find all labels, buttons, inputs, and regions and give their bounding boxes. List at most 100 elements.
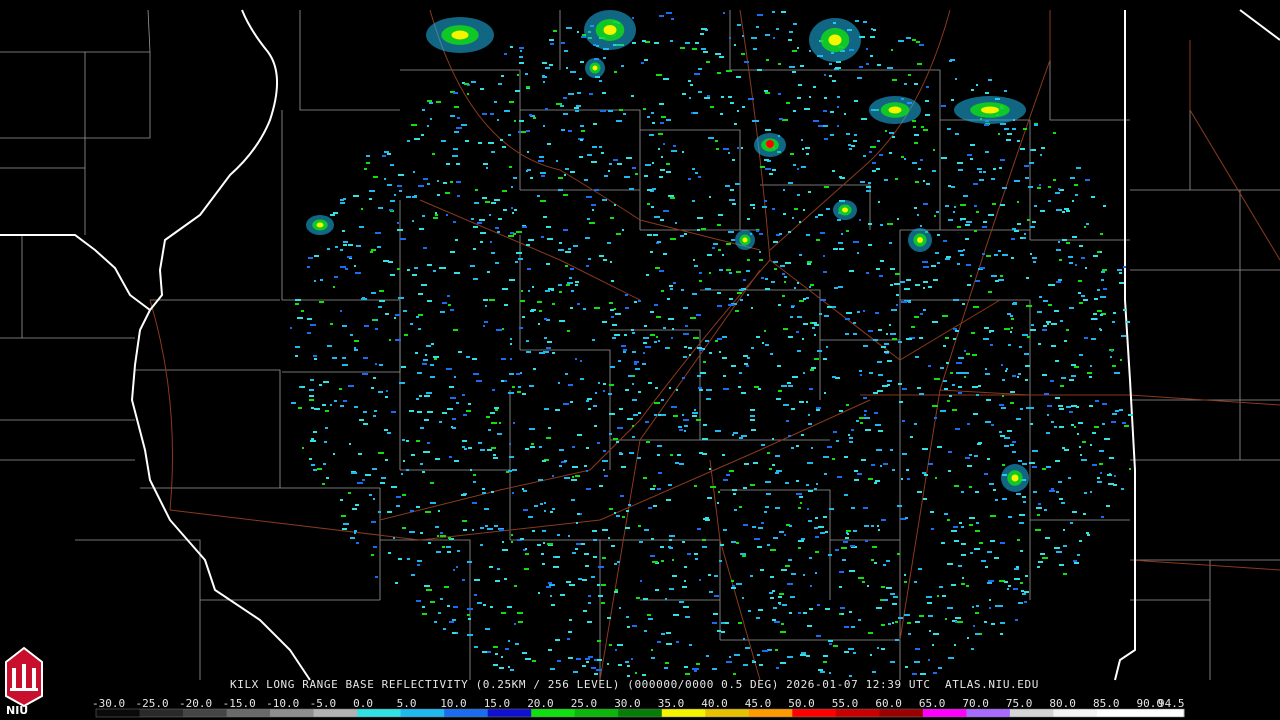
echo-speck	[1030, 226, 1035, 228]
echo-speck	[931, 528, 934, 530]
echo-speck	[995, 499, 998, 501]
echo-speck	[455, 239, 458, 241]
echo-speck	[1027, 219, 1030, 221]
echo-speck	[615, 649, 617, 651]
echo-speck	[991, 178, 995, 180]
echo-speck	[751, 429, 756, 431]
echo-speck	[290, 327, 292, 329]
echo-speck	[1093, 313, 1097, 315]
echo-speck	[598, 595, 603, 597]
echo-speck	[499, 529, 504, 531]
echo-speck	[850, 545, 855, 547]
echo-speck	[789, 31, 793, 33]
echo-speck	[514, 120, 516, 122]
echo-speck	[325, 410, 329, 412]
echo-speck	[680, 47, 685, 49]
echo-speck	[867, 585, 869, 587]
echo-speck	[881, 624, 885, 626]
echo-speck	[699, 272, 702, 274]
echo-speck	[514, 623, 516, 625]
echo-speck	[395, 339, 401, 341]
legend-tick-label: 0.0	[353, 697, 373, 710]
echo-speck	[502, 541, 504, 543]
echo-speck	[669, 547, 673, 549]
echo-speck	[803, 372, 805, 374]
legend-tick-label: 45.0	[744, 697, 772, 710]
echo-speck	[756, 336, 760, 338]
echo-speck	[461, 494, 466, 496]
echo-speck	[495, 409, 498, 411]
echo-speck	[963, 249, 965, 251]
echo-speck	[775, 649, 778, 651]
echo-speck	[827, 446, 832, 448]
echo-speck	[969, 517, 975, 519]
echo-speck	[991, 424, 994, 426]
echo-speck	[1101, 271, 1105, 273]
echo-speck	[781, 11, 786, 13]
echo-speck	[532, 530, 535, 532]
echo-speck	[1069, 307, 1074, 309]
echo-speck	[491, 252, 495, 254]
echo-speck	[797, 168, 799, 170]
echo-speck	[969, 524, 973, 526]
echo-speck	[594, 425, 597, 427]
echo-speck	[868, 244, 872, 246]
echo-speck	[1053, 179, 1056, 181]
echo-speck	[485, 201, 490, 203]
echo-speck	[596, 669, 602, 671]
echo-speck	[310, 440, 316, 442]
echo-speck	[772, 208, 775, 210]
echo-speck	[480, 527, 484, 529]
echo-speck	[941, 542, 945, 544]
echo-speck	[797, 350, 801, 352]
echo-speck	[751, 37, 757, 39]
echo-speck	[875, 424, 881, 426]
echo-speck	[1042, 468, 1046, 470]
echo-speck	[474, 202, 479, 204]
echo-speck	[1086, 223, 1089, 225]
echo-speck	[698, 91, 702, 93]
echo-speck	[955, 428, 960, 430]
echo-speck	[756, 617, 760, 619]
echo-speck	[449, 456, 452, 458]
echo-speck	[828, 554, 832, 556]
echo-speck	[872, 170, 876, 172]
echo-speck	[658, 472, 662, 474]
echo-speck	[808, 520, 812, 522]
echo-speck	[1103, 288, 1107, 290]
echo-speck	[586, 488, 591, 490]
echo-speck	[474, 646, 478, 648]
echo-speck	[586, 470, 588, 472]
echo-speck	[743, 487, 747, 489]
echo-speck	[697, 229, 700, 231]
echo-speck	[883, 599, 888, 601]
echo-speck	[551, 289, 554, 291]
echo-speck	[824, 186, 829, 188]
echo-speck	[505, 648, 509, 650]
echo-speck	[553, 566, 559, 568]
echo-speck	[638, 525, 641, 527]
echo-speck	[433, 217, 438, 219]
echo-speck	[453, 221, 456, 223]
echo-speck	[511, 186, 513, 188]
echo-speck	[557, 534, 560, 536]
echo-speck	[528, 239, 534, 241]
echo-speck	[390, 164, 394, 166]
echo-speck	[629, 188, 634, 190]
echo-speck	[452, 427, 456, 429]
echo-speck	[794, 208, 798, 210]
echo-speck	[801, 538, 805, 540]
echo-speck	[965, 224, 970, 226]
echo-speck	[636, 597, 640, 599]
storm-cell-core	[603, 25, 617, 35]
echo-speck	[653, 485, 656, 487]
echo-speck	[456, 566, 458, 568]
echo-speck	[790, 596, 795, 598]
echo-speck	[776, 28, 779, 30]
echo-speck	[602, 529, 608, 531]
echo-speck	[342, 357, 346, 359]
echo-speck	[319, 301, 324, 303]
echo-speck	[447, 408, 453, 410]
echo-speck	[1092, 432, 1096, 434]
echo-speck	[714, 595, 719, 597]
